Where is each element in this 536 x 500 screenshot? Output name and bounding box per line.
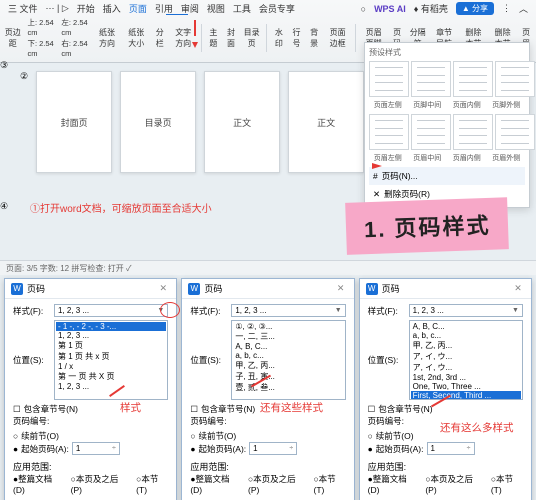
- bg-button[interactable]: 背景: [308, 27, 320, 49]
- lineno-button[interactable]: 行号: [291, 27, 303, 49]
- style-select[interactable]: 1, 2, 3 ...▼: [231, 304, 345, 317]
- tab-bar: 三 文件 ⋯ | ▷ 开始 插入 页面 引用 审阅 视图 工具 会员专享 ○ W…: [0, 0, 536, 15]
- status-bar: 页面: 3/5 字数: 12 拼写检查: 打开 ✓: [0, 260, 536, 275]
- style-listbox[interactable]: - 1 -, - 2 -, - 3 -... 1, 2, 3 ... 第 1 页…: [54, 320, 168, 400]
- share-button[interactable]: ▲ 分享: [456, 2, 494, 15]
- red-circle-marker: [160, 302, 180, 318]
- annotation-more2: 还有这么多样式: [440, 420, 514, 435]
- dialog-titlebar: W页码 ✕: [5, 279, 176, 299]
- wps-ai-button[interactable]: WPS AI: [374, 4, 406, 14]
- page-thumbnail[interactable]: 正文: [204, 71, 280, 173]
- close-icon[interactable]: ✕: [334, 283, 348, 294]
- style-listbox[interactable]: ①, ②, ③... 一, 二, 三... A, B, C... a, b, c…: [231, 320, 345, 400]
- title-banner: 1. 页码样式: [345, 197, 509, 255]
- checkbox-icon[interactable]: ☐: [13, 404, 21, 415]
- tab-start[interactable]: 开始: [77, 2, 95, 15]
- style-select[interactable]: 1, 2, 3 ...▼: [409, 304, 523, 317]
- panel-title: 预设样式: [369, 47, 525, 58]
- tab-member[interactable]: 会员专享: [259, 2, 295, 15]
- radio-icon[interactable]: ●: [368, 444, 373, 454]
- pageno-dialog-3: W页码 ✕ 样式(F): 1, 2, 3 ...▼ 位置(S): A, B, C…: [359, 278, 532, 500]
- page-thumbnail[interactable]: 目录页: [120, 71, 196, 173]
- style-select[interactable]: 1, 2, 3 ...▼: [54, 304, 168, 317]
- paper-size-button[interactable]: 纸张大小: [125, 27, 148, 49]
- style-preset[interactable]: [453, 114, 493, 150]
- dialogs-row: W页码 ✕ 样式(F): 1, 2, 3 ...▼ 位置(S): - 1 -, …: [4, 278, 532, 500]
- start-page-spinner[interactable]: 1÷: [249, 442, 297, 455]
- radio-icon[interactable]: ○: [190, 431, 195, 441]
- radio-icon[interactable]: ○: [13, 431, 18, 441]
- close-icon[interactable]: ✕: [511, 283, 525, 294]
- w-icon: W: [11, 283, 23, 295]
- premium-button[interactable]: ♦ 有稻壳: [414, 2, 448, 15]
- annotation-more1: 还有这些样式: [260, 400, 323, 415]
- checkbox-icon[interactable]: ☐: [190, 404, 198, 415]
- x-icon: ✕: [373, 189, 380, 200]
- style-preset[interactable]: [411, 61, 451, 97]
- tab-tools[interactable]: 工具: [233, 2, 251, 15]
- style-listbox[interactable]: A, B, C... a, b, c... 甲, 乙, 丙... ア, イ, ウ…: [409, 320, 523, 400]
- red-arrow-right-icon: [372, 163, 382, 169]
- annotation-style: 样式: [120, 400, 141, 415]
- page-setup-group[interactable]: 页边距: [4, 27, 21, 49]
- pageno-dialog-1: W页码 ✕ 样式(F): 1, 2, 3 ...▼ 位置(S): - 1 -, …: [4, 278, 177, 500]
- start-page-spinner[interactable]: 1÷: [72, 442, 120, 455]
- page-style-panel: 预设样式 页面左侧 页脚中间 页面内侧 页脚外侧 页眉左侧 页眉中间 页眉内侧 …: [364, 42, 530, 208]
- style-preset[interactable]: [411, 114, 451, 150]
- style-preset[interactable]: [495, 61, 535, 97]
- marker-2: ②: [20, 71, 28, 201]
- tab-insert[interactable]: 插入: [103, 2, 121, 15]
- hash-icon: #: [373, 171, 378, 181]
- menu-pageno[interactable]: # 页码(N)...: [369, 167, 525, 185]
- style-preset[interactable]: [495, 114, 535, 150]
- chevron-up-icon[interactable]: ︿: [519, 2, 528, 15]
- tab-page[interactable]: 页面: [129, 2, 147, 15]
- w-icon: W: [366, 283, 378, 295]
- file-menu[interactable]: 三 文件: [8, 2, 38, 15]
- more-icon[interactable]: ⋮: [502, 3, 511, 14]
- pageborder-button[interactable]: 页面边框: [326, 27, 349, 49]
- pageno-dialog-2: W页码 ✕ 样式(F): 1, 2, 3 ...▼ 位置(S): ①, ②, ③…: [181, 278, 354, 500]
- page-thumbnail[interactable]: 正文: [288, 71, 364, 173]
- style-preset[interactable]: [369, 114, 409, 150]
- radio-icon[interactable]: ●: [190, 444, 195, 454]
- columns-button[interactable]: 分栏: [154, 27, 166, 49]
- page-thumbnail[interactable]: 封面页: [36, 71, 112, 173]
- watermark-button[interactable]: 水印: [273, 27, 285, 49]
- dialog-titlebar: W页码 ✕: [182, 279, 353, 299]
- radio-icon[interactable]: ●: [13, 444, 18, 454]
- annotation-step1: ①打开word文档，可缩放页面至合适大小: [30, 200, 212, 215]
- close-icon[interactable]: ✕: [156, 283, 170, 294]
- dialog-titlebar: W页码 ✕: [360, 279, 531, 299]
- start-page-spinner[interactable]: 1÷: [427, 442, 475, 455]
- cover-button[interactable]: 封面: [225, 27, 237, 49]
- style-preset[interactable]: [453, 61, 493, 97]
- orientation-button[interactable]: 纸张方向: [95, 27, 118, 49]
- theme-button[interactable]: 主题: [208, 27, 220, 49]
- search-icon[interactable]: ○: [361, 4, 366, 14]
- content-button[interactable]: 目录页: [243, 27, 260, 49]
- checkbox-icon[interactable]: ☐: [368, 404, 376, 415]
- tab-view[interactable]: 视图: [207, 2, 225, 15]
- w-icon: W: [188, 283, 200, 295]
- marker-4: ④: [0, 201, 8, 211]
- radio-icon[interactable]: ○: [368, 431, 373, 441]
- style-preset[interactable]: [369, 61, 409, 97]
